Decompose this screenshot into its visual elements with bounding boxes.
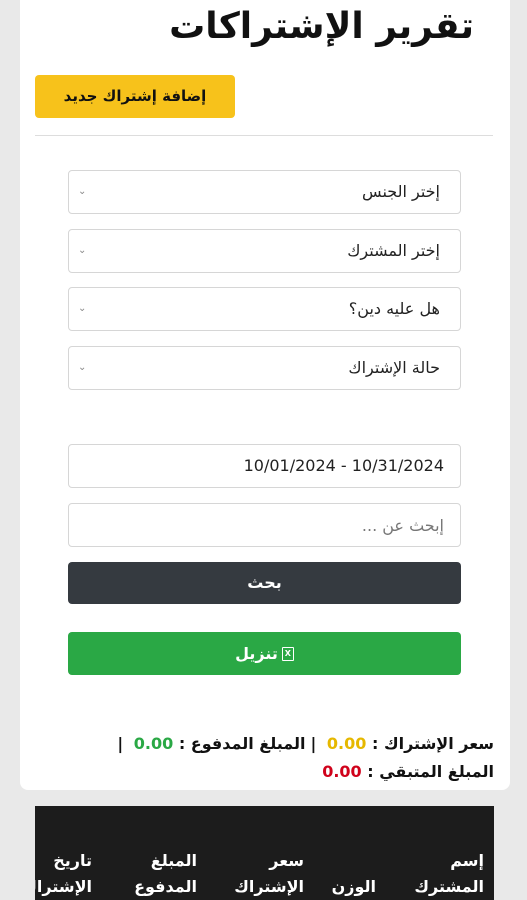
remaining-label: المبلغ المتبقي : <box>367 762 494 781</box>
divider <box>35 135 493 136</box>
summary-line-1: سعر الإشتراك : 0.00 |المبلغ المدفوع : 0.… <box>24 730 494 758</box>
table-header: إسم المشترك الوزن سعر الإشتراك المبلغ ال… <box>35 806 494 900</box>
debt-select-value: هل عليه دين؟ <box>348 299 440 318</box>
summary-totals: سعر الإشتراك : 0.00 |المبلغ المدفوع : 0.… <box>24 730 494 786</box>
chevron-down-icon: ⌄ <box>78 362 87 373</box>
column-header-subscription-date[interactable]: تاريخ الإشتراك <box>35 848 92 900</box>
status-select-value: حالة الإشتراك <box>348 358 440 377</box>
separator: | <box>117 734 124 753</box>
column-header-subscriber-name[interactable]: إسم المشترك <box>414 848 484 900</box>
summary-line-2: المبلغ المتبقي : 0.00 <box>24 758 494 786</box>
debt-select[interactable]: هل عليه دين؟ ⌄ <box>68 287 461 331</box>
status-select[interactable]: حالة الإشتراك ⌄ <box>68 346 461 390</box>
column-header-weight[interactable]: الوزن <box>332 874 376 900</box>
subscriber-select-value: إختر المشترك <box>347 241 440 260</box>
column-header-subscription-price[interactable]: سعر الإشتراك <box>234 848 304 900</box>
separator: | <box>310 734 317 753</box>
chevron-down-icon: ⌄ <box>78 303 87 314</box>
search-input[interactable] <box>68 503 461 547</box>
gender-select-value: إختر الجنس <box>362 182 440 201</box>
paid-value: 0.00 <box>133 734 174 753</box>
add-subscription-button[interactable]: إضافة إشتراك جديد <box>35 75 235 118</box>
excel-file-icon: X <box>281 646 294 661</box>
chevron-down-icon: ⌄ <box>78 245 87 256</box>
download-button[interactable]: Xتنزيل <box>68 632 461 675</box>
remaining-value: 0.00 <box>322 762 362 781</box>
price-value: 0.00 <box>326 734 367 753</box>
search-button[interactable]: بحث <box>68 562 461 604</box>
column-header-paid-amount[interactable]: المبلغ المدفوع <box>134 848 197 900</box>
page-title: تقرير الإشتراكات <box>169 6 474 47</box>
date-range-input[interactable]: 10/01/2024 - 10/31/2024 <box>68 444 461 488</box>
subscriber-select[interactable]: إختر المشترك ⌄ <box>68 229 461 273</box>
price-label: سعر الإشتراك : <box>371 734 494 753</box>
chevron-down-icon: ⌄ <box>78 186 87 197</box>
paid-label: المبلغ المدفوع : <box>178 734 306 753</box>
gender-select[interactable]: إختر الجنس ⌄ <box>68 170 461 214</box>
download-button-label: تنزيل <box>235 644 278 663</box>
